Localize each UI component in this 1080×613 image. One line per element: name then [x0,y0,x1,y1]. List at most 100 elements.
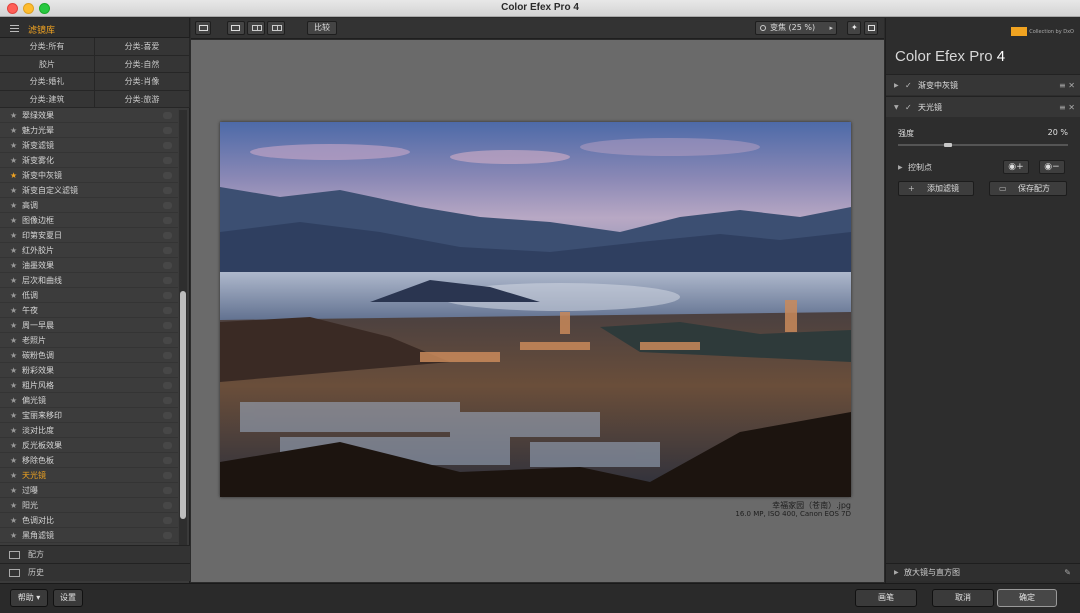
scrollbar-thumb[interactable] [180,291,186,519]
strength-slider-knob[interactable] [944,143,952,147]
loupe-histogram-section[interactable]: ▶ 放大镜与直方图 ✎ [886,563,1080,581]
star-icon[interactable]: ★ [10,423,17,438]
background-toggle-button[interactable]: ✦ [847,21,861,35]
filter-list-item[interactable]: ★ 周一早晨 [0,318,178,333]
chevron-down-icon[interactable]: ▼ [894,97,899,118]
filter-preview-icon[interactable] [163,382,172,389]
star-icon[interactable]: ★ [10,213,17,228]
add-filter-button[interactable]: + 添加滤镜 [898,181,974,196]
filter-list-item[interactable]: ★ 黑角滤镜 [0,528,178,543]
filter-list-item[interactable]: ★ 淡对比度 [0,423,178,438]
control-points-row[interactable]: ▶ 控制点 ◉+ ◉− [886,158,1080,177]
star-icon[interactable]: ★ [10,108,17,123]
filter-list-item[interactable]: ★ 渐变自定义滤镜 [0,183,178,198]
filter-preview-icon[interactable] [163,502,172,509]
filter-list-item[interactable]: ★ 阳光 [0,498,178,513]
filter-list-item[interactable]: ★ 天光镜 [0,468,178,483]
filter-list-item[interactable]: ★ 粗片风格 [0,378,178,393]
star-icon[interactable]: ★ [10,198,17,213]
help-button[interactable]: 帮助 ▾ [10,589,48,607]
history-section[interactable]: 历史 [0,563,190,581]
star-icon[interactable]: ★ [10,513,17,528]
filter-list-item[interactable]: ★ 碳粉色调 [0,348,178,363]
filter-list-item[interactable]: ★ 宝丽来移印 [0,408,178,423]
star-icon[interactable]: ★ [10,303,17,318]
filter-preview-icon[interactable] [163,247,172,254]
filter-list-scrollbar[interactable] [179,110,187,560]
filter-list-item[interactable]: ★ 翠绿效果 [0,108,178,123]
filter-preview-icon[interactable] [163,292,172,299]
filter-preview-icon[interactable] [163,367,172,374]
star-icon[interactable]: ★ [10,183,17,198]
filter-list-item[interactable]: ★ 老照片 [0,333,178,348]
star-icon[interactable]: ★ [10,273,17,288]
filter-preview-icon[interactable] [163,412,172,419]
preview-image[interactable] [220,122,851,497]
filter-list-item[interactable]: ★ 油墨效果 [0,258,178,273]
filter-preview-icon[interactable] [163,307,172,314]
filter-list-item[interactable]: ★ 色调对比 [0,513,178,528]
filter-preview-icon[interactable] [163,472,172,479]
filter-preview-icon[interactable] [163,397,172,404]
brush-button[interactable]: 画笔 [855,589,917,607]
star-icon[interactable]: ★ [10,393,17,408]
chevron-right-icon[interactable]: ▶ [894,75,899,96]
filter-preview-icon[interactable] [163,352,172,359]
compare-button[interactable]: 比较 [307,21,337,35]
category-nature[interactable]: 分类:自然 [95,55,190,73]
checkmark-icon[interactable]: ✓ [905,75,912,96]
filter-list-item[interactable]: ★ 午夜 [0,303,178,318]
save-recipe-button[interactable]: ▭ 保存配方 [989,181,1067,196]
star-icon[interactable]: ★ [10,483,17,498]
strength-slider[interactable] [898,143,1068,147]
filter-tools-icon[interactable]: ≡ ✕ [1059,75,1075,96]
recipes-section[interactable]: 配方 [0,545,190,563]
star-icon[interactable]: ★ [10,498,17,513]
toggle-right-panel-button[interactable] [864,21,878,35]
add-control-point-button[interactable]: ◉+ [1003,160,1029,174]
filter-stack-item-2[interactable]: ▼ ✓ 天光镜 ≡ ✕ [886,96,1080,117]
star-icon[interactable]: ★ [10,138,17,153]
filter-list-item[interactable]: ★ 渐变滤镜 [0,138,178,153]
filter-preview-icon[interactable] [163,262,172,269]
filter-list-item[interactable]: ★ 红外胶片 [0,243,178,258]
category-favorites[interactable]: 分类:喜爱 [95,38,190,56]
pin-icon[interactable]: ✎ [1064,564,1071,582]
filter-preview-icon[interactable] [163,442,172,449]
star-icon[interactable]: ★ [10,228,17,243]
category-film[interactable]: 胶片 [0,55,95,73]
star-icon[interactable]: ★ [10,318,17,333]
filter-stack-item-1[interactable]: ▶ ✓ 渐变中灰镜 ≡ ✕ [886,74,1080,95]
star-icon[interactable]: ★ [10,363,17,378]
category-wedding[interactable]: 分类:婚礼 [0,73,95,91]
star-icon[interactable]: ★ [10,468,17,483]
filter-preview-icon[interactable] [163,112,172,119]
single-view-button[interactable] [227,21,245,35]
filter-list-item[interactable]: ★ 过曝 [0,483,178,498]
filter-preview-icon[interactable] [163,187,172,194]
category-all[interactable]: 分类:所有 [0,38,95,56]
category-architecture[interactable]: 分类:建筑 [0,90,95,108]
filter-list-item[interactable]: ★ 渐变雾化 [0,153,178,168]
star-icon[interactable]: ★ [10,258,17,273]
star-icon[interactable]: ★ [10,333,17,348]
filter-list-item[interactable]: ★ 层次和曲线 [0,273,178,288]
ok-button[interactable]: 确定 [997,589,1057,607]
star-icon[interactable]: ★ [10,348,17,363]
star-icon[interactable]: ★ [10,528,17,543]
filter-list-item[interactable]: ★ 高调 [0,198,178,213]
filter-list-item[interactable]: ★ 移除色板 [0,453,178,468]
filter-preview-icon[interactable] [163,142,172,149]
category-portrait[interactable]: 分类:肖像 [95,73,190,91]
star-icon[interactable]: ★ [10,168,17,183]
filter-preview-icon[interactable] [163,532,172,539]
menu-icon[interactable] [10,25,19,32]
filter-list-item[interactable]: ★ 魅力光晕 [0,123,178,138]
filter-preview-icon[interactable] [163,322,172,329]
star-icon[interactable]: ★ [10,408,17,423]
filter-preview-icon[interactable] [163,202,172,209]
filter-preview-icon[interactable] [163,157,172,164]
filter-preview-icon[interactable] [163,172,172,179]
filter-list-item[interactable]: ★ 粉彩效果 [0,363,178,378]
filter-preview-icon[interactable] [163,427,172,434]
